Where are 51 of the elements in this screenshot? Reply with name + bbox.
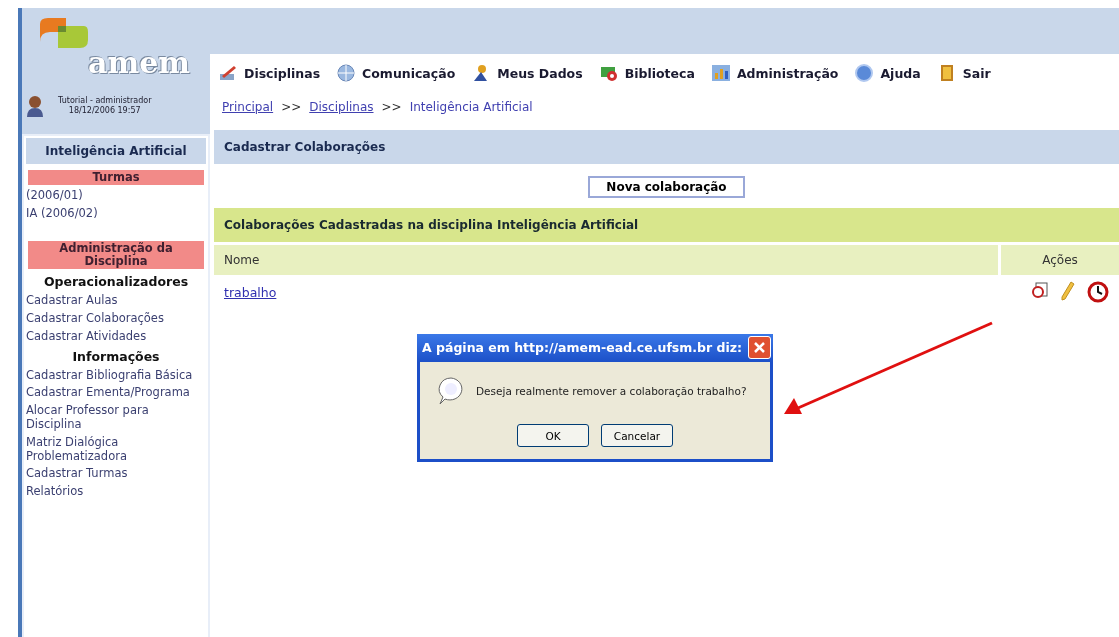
- globe-icon: [336, 63, 357, 83]
- sidebar-link[interactable]: Cadastrar Aulas: [24, 292, 208, 311]
- close-icon: [754, 342, 765, 353]
- page-title: Cadastrar Colaborações: [214, 130, 1119, 164]
- menu-item[interactable]: Ajuda: [880, 65, 921, 81]
- dialog-button[interactable]: OK: [517, 424, 589, 447]
- column-header: Nome: [214, 245, 1001, 275]
- clock-icon[interactable]: [1087, 281, 1109, 303]
- sidebar-link[interactable]: Cadastrar Ementa/Programa: [24, 384, 208, 403]
- user-name: Tutorial - administrador: [58, 95, 152, 106]
- chart-icon: [710, 63, 731, 83]
- group-heading: Informações: [71, 347, 161, 366]
- sidebar-link[interactable]: Cadastrar Atividades: [24, 327, 208, 346]
- sidebar-link[interactable]: (2006/01): [24, 187, 208, 205]
- login-datetime: 18/12/2006 19:57: [67, 106, 142, 117]
- sidebar-link[interactable]: Relatórios: [24, 483, 208, 501]
- course-title: Inteligência Artificial: [26, 138, 206, 164]
- menu-item[interactable]: Biblioteca: [624, 65, 695, 81]
- close-button[interactable]: [748, 336, 771, 359]
- section-header: Administração da Disciplina: [28, 240, 204, 270]
- menu-item[interactable]: Sair: [962, 65, 991, 81]
- dialog-message: Deseja realmente remover a colaboração trabalho?: [476, 385, 747, 397]
- section-header: Turmas: [28, 170, 204, 186]
- group-heading: Operacionalizadores: [42, 273, 190, 292]
- menu-item[interactable]: Meus Dados: [497, 65, 583, 81]
- new-collaboration-button[interactable]: Nova colaboração: [588, 176, 745, 198]
- menu-item[interactable]: Comunicação: [362, 65, 456, 81]
- table-title: Colaborações Cadastradas na disciplina Inteligência Artificial: [214, 208, 1119, 242]
- question-icon: [436, 376, 466, 406]
- breadcrumb-link[interactable]: Principal: [222, 100, 274, 114]
- logo-text: amem: [88, 48, 190, 78]
- sidebar-link[interactable]: Cadastrar Colaborações: [24, 310, 208, 328]
- column-header: Ações: [1041, 252, 1079, 269]
- breadcrumb-link[interactable]: Disciplinas: [309, 100, 374, 114]
- sidebar-link[interactable]: Matriz Dialógica Problematizadora: [24, 433, 208, 466]
- pencil-icon[interactable]: [1061, 281, 1075, 301]
- sidebar-link[interactable]: Cadastrar Turmas: [24, 465, 208, 484]
- view-icon[interactable]: [1031, 281, 1049, 299]
- sidebar-link[interactable]: Alocar Professor para Disciplina: [24, 402, 208, 434]
- user-avatar-icon: [26, 95, 44, 117]
- dialog-button[interactable]: Cancelar: [601, 424, 673, 447]
- pencil-icon: [218, 64, 238, 82]
- sidebar-link[interactable]: Cadastrar Bibliografia Básica: [24, 366, 208, 385]
- dialog-title: A página em http://amem-ead.ce.ufsm.br diz:: [422, 340, 743, 355]
- sidebar-link[interactable]: IA (2006/02): [24, 205, 208, 223]
- breadcrumb-separator: >>: [381, 100, 402, 114]
- breadcrumb-separator: >>: [281, 100, 302, 114]
- collaboration-link[interactable]: trabalho: [224, 284, 999, 300]
- menu-item[interactable]: Disciplinas: [244, 65, 321, 81]
- menu-item[interactable]: Administração: [736, 65, 839, 81]
- breadcrumb-current: Inteligência Artificial: [409, 100, 533, 114]
